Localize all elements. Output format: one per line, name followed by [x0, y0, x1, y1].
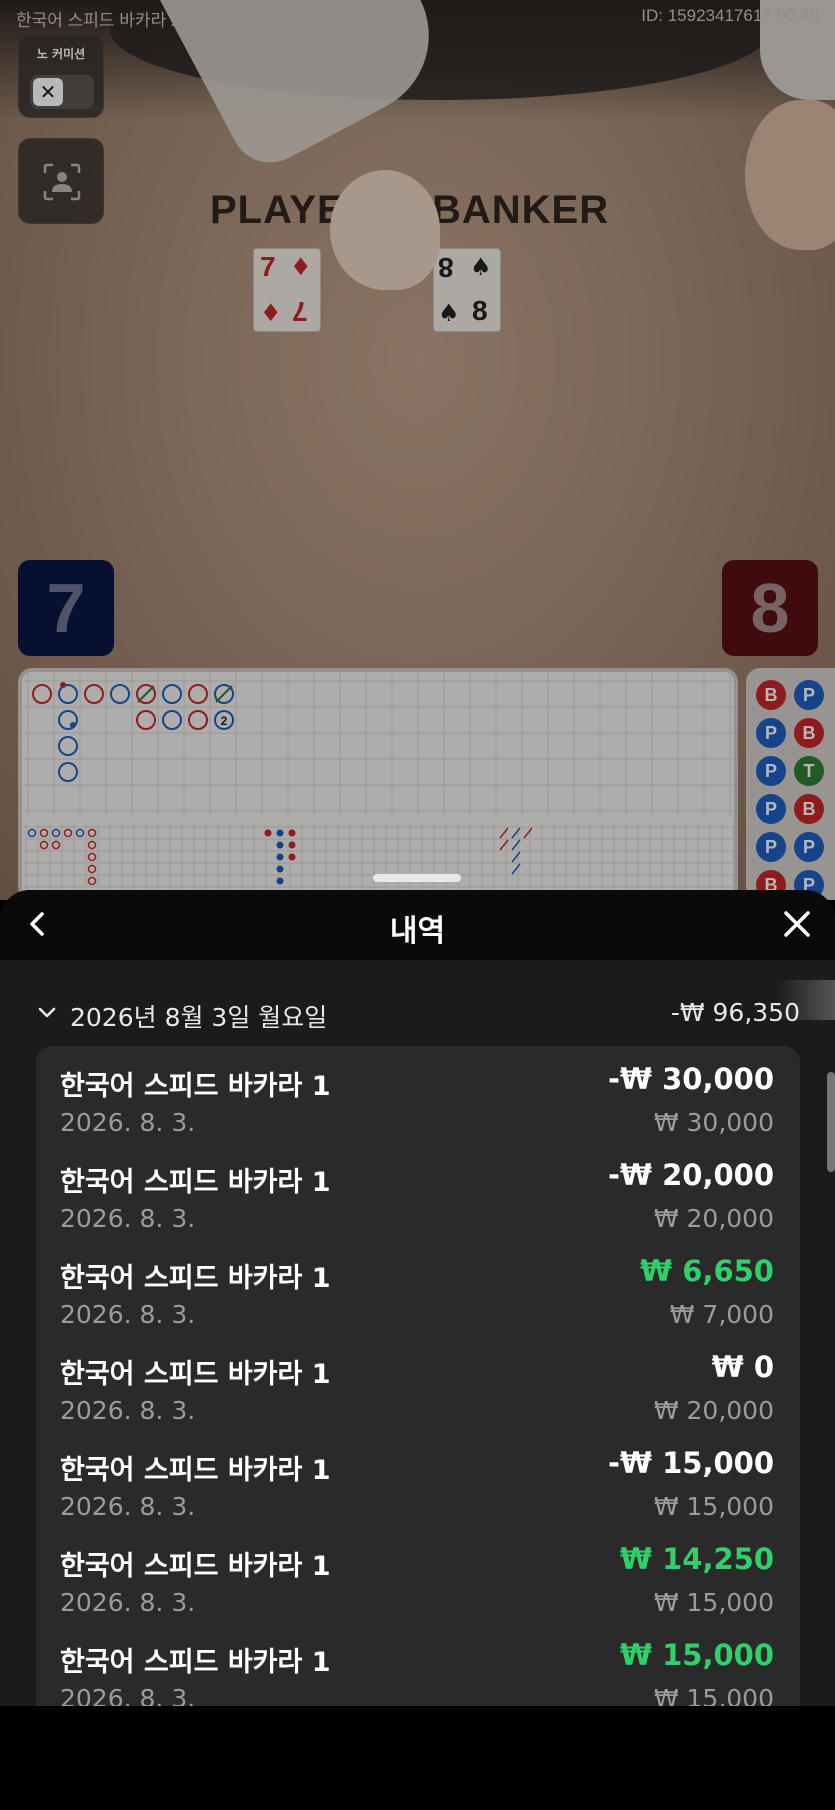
history-list: 한국어 스피드 바카라 1 2026. 8. 3. -₩ 30,000 ₩ 30,00… — [36, 1046, 800, 1706]
row-date: 2026. 8. 3. — [60, 1108, 196, 1137]
row-date: 2026. 8. 3. — [60, 1588, 196, 1617]
group-total: -₩ 96,350 — [670, 998, 800, 1027]
row-game-name: 한국어 스피드 바카라 1 — [60, 1455, 331, 1486]
app-root: PLAYER BANKER 7 ♦ ♦ 7 8 ♠ ♠ 8 한국어 스피드 바카… — [0, 0, 835, 1810]
chevron-down-icon — [38, 1007, 56, 1018]
row-amount: -₩ 30,000 — [607, 1062, 774, 1096]
row-game-name: 한국어 스피드 바카라 1 — [60, 1263, 331, 1294]
row-bet: ₩ 7,000 — [669, 1300, 774, 1329]
scrollbar[interactable] — [827, 1072, 835, 1172]
bottom-bar — [0, 1706, 835, 1810]
history-sheet: 내역 2026년 8월 3일 월요일 -₩ 96,350 한국어 스피드 바카라… — [0, 890, 835, 1706]
row-date: 2026. 8. 3. — [60, 1492, 196, 1521]
row-bet: ₩ 30,000 — [653, 1108, 774, 1137]
row-amount: -₩ 15,000 — [607, 1446, 774, 1480]
row-game-name: 한국어 스피드 바카라 1 — [60, 1167, 331, 1198]
history-row[interactable]: 한국어 스피드 바카라 1 2026. 8. 3. ₩ 14,250 ₩ 15,000 — [36, 1534, 800, 1630]
date-group-header[interactable]: 2026년 8월 3일 월요일 -₩ 96,350 — [36, 998, 800, 1032]
row-game-name: 한국어 스피드 바카라 1 — [60, 1071, 331, 1102]
row-amount: ₩ 14,250 — [620, 1542, 774, 1576]
history-row[interactable]: 한국어 스피드 바카라 1 2026. 8. 3. ₩ 15,000 ₩ 15,000 — [36, 1630, 800, 1706]
row-bet: ₩ 15,000 — [653, 1684, 774, 1706]
row-amount: -₩ 20,000 — [607, 1158, 774, 1192]
history-body: 2026년 8월 3일 월요일 -₩ 96,350 한국어 스피드 바카라 1 2… — [0, 960, 835, 1706]
sheet-grab-handle[interactable] — [373, 874, 461, 882]
row-amount: ₩ 15,000 — [620, 1638, 774, 1672]
history-row[interactable]: 한국어 스피드 바카라 1 2026. 8. 3. -₩ 15,000 ₩ 15,00… — [36, 1438, 800, 1534]
row-amount: ₩ 6,650 — [640, 1254, 774, 1288]
row-date: 2026. 8. 3. — [60, 1396, 196, 1425]
row-game-name: 한국어 스피드 바카라 1 — [60, 1359, 331, 1390]
history-row[interactable]: 한국어 스피드 바카라 1 2026. 8. 3. -₩ 30,000 ₩ 30,00… — [36, 1054, 800, 1150]
row-bet: ₩ 20,000 — [653, 1204, 774, 1233]
sheet-header: 내역 — [0, 890, 835, 960]
row-amount: ₩ 0 — [711, 1350, 774, 1384]
row-bet: ₩ 15,000 — [653, 1492, 774, 1521]
history-row[interactable]: 한국어 스피드 바카라 1 2026. 8. 3. ₩ 6,650 ₩ 7,000 — [36, 1246, 800, 1342]
group-date: 2026년 8월 3일 월요일 — [70, 1003, 328, 1032]
history-row[interactable]: 한국어 스피드 바카라 1 2026. 8. 3. ₩ 0 ₩ 20,000 — [36, 1342, 800, 1438]
row-bet: ₩ 20,000 — [653, 1396, 774, 1425]
row-game-name: 한국어 스피드 바카라 1 — [60, 1647, 331, 1678]
row-date: 2026. 8. 3. — [60, 1684, 196, 1706]
row-bet: ₩ 15,000 — [653, 1588, 774, 1617]
history-row[interactable]: 한국어 스피드 바카라 1 2026. 8. 3. -₩ 20,000 ₩ 20,00… — [36, 1150, 800, 1246]
sheet-title: 내역 — [389, 914, 446, 949]
row-date: 2026. 8. 3. — [60, 1300, 196, 1329]
close-icon[interactable] — [777, 904, 817, 944]
video-dim-overlay — [0, 0, 835, 900]
row-date: 2026. 8. 3. — [60, 1204, 196, 1233]
row-game-name: 한국어 스피드 바카라 1 — [60, 1551, 331, 1582]
